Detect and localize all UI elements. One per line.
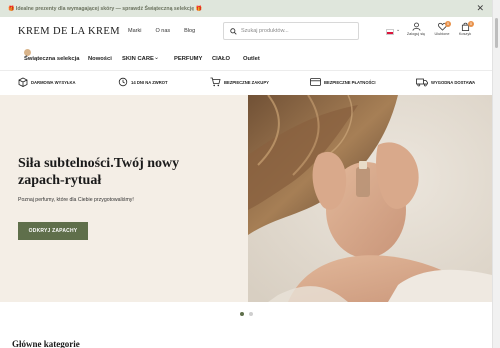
benefit-label: DARMOWA WYSYŁKA bbox=[31, 79, 76, 85]
slider-dot-1[interactable] bbox=[240, 312, 244, 316]
hero-title: Siła subtelności.Twój nowy zapach-rytuał bbox=[18, 156, 180, 188]
cart-count-badge: 0 bbox=[468, 21, 474, 27]
page-scrollbar[interactable] bbox=[492, 0, 500, 348]
hero-photo[interactable] bbox=[248, 95, 492, 302]
benefit-label: BEZPIECZNE PŁATNOŚCI bbox=[324, 79, 376, 85]
benefit-returns: 14 DNI NA ZWROT bbox=[118, 77, 168, 87]
chevron-down-icon[interactable]: ⌄ bbox=[154, 55, 159, 61]
nav-item-new[interactable]: Nowości bbox=[88, 56, 112, 62]
truck-icon bbox=[416, 78, 428, 87]
benefit-secure-shopping: BEZPIECZNE ZAKUPY bbox=[210, 77, 269, 87]
benefit-delivery: WYGODNA DOSTAWA bbox=[416, 77, 475, 87]
gift-icon bbox=[24, 49, 31, 56]
benefit-label: BEZPIECZNE ZAKUPY bbox=[224, 79, 269, 85]
nav-link-blog[interactable]: Blog bbox=[184, 28, 195, 34]
benefits-bar: DARMOWA WYSYŁKA 14 DNI NA ZWROT BEZPIECZ… bbox=[0, 72, 492, 94]
slider-dot-2[interactable] bbox=[249, 312, 253, 316]
site-header: KREM DE LA KREM Marki O nas Blog ⌄ Zalog… bbox=[0, 17, 492, 47]
hero-photo-illustration bbox=[248, 95, 492, 302]
promo-text[interactable]: 🎁 Idealne prezenty dla wymagającej skóry… bbox=[8, 6, 202, 12]
user-icon bbox=[412, 22, 420, 31]
search-input[interactable] bbox=[241, 28, 351, 34]
slider-dots bbox=[240, 312, 253, 316]
site-logo[interactable]: KREM DE LA KREM bbox=[18, 26, 120, 37]
benefit-label: WYGODNA DOSTAWA bbox=[431, 79, 476, 85]
cart-button[interactable]: 0 Koszyk bbox=[450, 21, 480, 36]
cart-icon bbox=[210, 77, 221, 87]
promo-bar: 🎁 Idealne prezenty dla wymagającej skóry… bbox=[0, 0, 492, 17]
chevron-down-icon[interactable]: ⌄ bbox=[396, 27, 400, 33]
nav-item-skincare[interactable]: SKIN CARE bbox=[122, 56, 154, 62]
benefit-label: 14 DNI NA ZWROT bbox=[131, 79, 168, 85]
nav-item-outlet[interactable]: Outlet bbox=[243, 56, 260, 62]
nav-link-about[interactable]: O nas bbox=[155, 28, 170, 34]
search-icon[interactable] bbox=[230, 27, 237, 35]
benefit-secure-payments: BEZPIECZNE PŁATNOŚCI bbox=[310, 77, 376, 87]
discover-perfumes-button[interactable]: ODKRYJ ZAPACHY bbox=[18, 222, 88, 240]
language-flag-icon[interactable] bbox=[386, 29, 394, 35]
return-icon bbox=[118, 77, 128, 87]
section-title: Główne kategorie bbox=[12, 339, 80, 348]
scrollbar-thumb[interactable] bbox=[495, 18, 498, 48]
hero-subtitle: Poznaj perfumy, które dla Ciebie przygot… bbox=[18, 197, 134, 203]
search-box bbox=[223, 22, 359, 40]
hero-banner: Siła subtelności.Twój nowy zapach-rytuał… bbox=[0, 95, 492, 302]
card-icon bbox=[310, 78, 321, 86]
top-nav: Marki O nas Blog bbox=[128, 28, 195, 34]
cart-label: Koszyk bbox=[458, 32, 472, 36]
nav-link-brands[interactable]: Marki bbox=[128, 28, 141, 34]
nav-item-body[interactable]: CIAŁO bbox=[212, 56, 230, 62]
box-icon bbox=[18, 77, 28, 87]
nav-item-perfume[interactable]: PERFUMY bbox=[174, 56, 202, 62]
close-icon[interactable]: ✕ bbox=[476, 3, 484, 13]
nav-item-christmas[interactable]: Świąteczna selekcja bbox=[24, 56, 79, 62]
main-nav: Świąteczna selekcja Nowości SKIN CARE ⌄ … bbox=[0, 47, 492, 71]
benefit-free-shipping: DARMOWA WYSYŁKA bbox=[18, 77, 76, 87]
